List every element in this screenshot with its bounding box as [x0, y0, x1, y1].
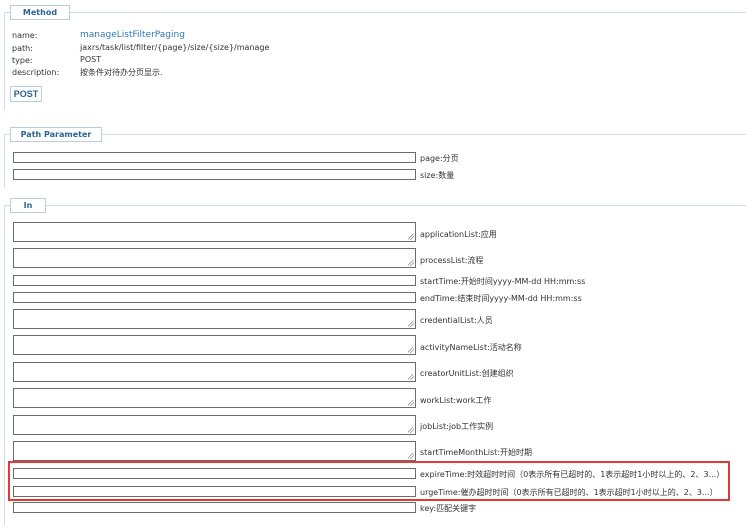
method-type-label: type:: [12, 56, 33, 65]
creator-unit-list-textarea[interactable]: [13, 362, 416, 382]
end-time-input[interactable]: [13, 292, 416, 303]
resize-grip-icon[interactable]: [408, 234, 414, 240]
size-input[interactable]: [13, 169, 416, 180]
application-list-label: applicationList:应用: [420, 230, 497, 239]
resize-grip-icon[interactable]: [408, 374, 414, 380]
job-list-textarea[interactable]: [13, 415, 416, 435]
method-legend: Method: [10, 5, 70, 20]
method-path-value: jaxrs/task/list/filter/{page}/size/{size…: [80, 43, 270, 52]
credential-list-textarea[interactable]: [13, 309, 416, 329]
creator-unit-list-label: creatorUnitList:创建组织: [420, 369, 514, 378]
resize-grip-icon[interactable]: [408, 427, 414, 433]
resize-grip-icon[interactable]: [408, 400, 414, 406]
resize-grip-icon[interactable]: [408, 321, 414, 327]
size-param-label: size:数量: [420, 171, 455, 180]
job-list-label: jobList:job工作实例: [420, 422, 494, 431]
method-section-border: [4, 12, 746, 13]
post-button[interactable]: POST: [10, 86, 42, 102]
method-description-label: description:: [12, 68, 60, 77]
in-section-left-border: [4, 205, 5, 525]
credential-list-label: credentialList:人员: [420, 316, 493, 325]
path-parameter-section-left-border: [4, 134, 5, 188]
application-list-textarea[interactable]: [13, 222, 416, 242]
in-section-border: [4, 205, 746, 206]
start-time-input[interactable]: [13, 275, 416, 286]
path-parameter-section-border: [4, 134, 746, 135]
highlight-box: [8, 461, 730, 501]
key-input[interactable]: [13, 502, 416, 513]
method-description-value: 按条件对待办分页显示.: [80, 68, 163, 77]
page-param-label: page:分页: [420, 154, 459, 163]
work-list-label: workList:work工作: [420, 396, 492, 405]
work-list-textarea[interactable]: [13, 388, 416, 408]
start-time-month-list-textarea[interactable]: [13, 441, 416, 461]
key-label: key:匹配关键字: [420, 504, 477, 513]
method-path-label: path:: [12, 44, 33, 53]
method-section-left-border: [4, 12, 5, 110]
path-parameter-legend: Path Parameter: [10, 127, 102, 142]
method-name-value: manageListFilterPaging: [80, 30, 185, 40]
page-input[interactable]: [13, 152, 416, 163]
process-list-label: processList:流程: [420, 256, 484, 265]
resize-grip-icon[interactable]: [408, 347, 414, 353]
process-list-textarea[interactable]: [13, 248, 416, 268]
start-time-month-list-label: startTimeMonthList:开始时期: [420, 448, 532, 457]
end-time-label: endTime:结束时间yyyy-MM-dd HH:mm:ss: [420, 294, 582, 303]
method-type-value: POST: [80, 55, 102, 64]
start-time-label: startTime:开始时间yyyy-MM-dd HH:mm:ss: [420, 277, 586, 286]
resize-grip-icon[interactable]: [408, 453, 414, 459]
activity-name-list-textarea[interactable]: [13, 335, 416, 355]
method-name-label: name:: [12, 31, 38, 40]
activity-name-list-label: activityNameList:活动名称: [420, 343, 522, 352]
resize-grip-icon[interactable]: [408, 260, 414, 266]
in-legend: In: [10, 198, 46, 213]
